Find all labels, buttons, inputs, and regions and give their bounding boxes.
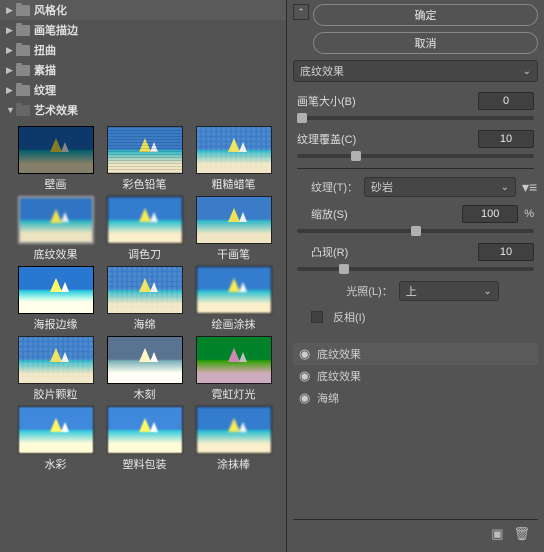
layer-name: 底纹效果	[317, 346, 361, 362]
texture-flyout-menu-icon[interactable]: ▾≡	[522, 179, 534, 196]
visibility-eye-icon[interactable]: ◉	[299, 346, 317, 362]
filter-category-tree: ▶风格化 ▶画笔描边 ▶扭曲 ▶素描 ▶纹理 ▼艺术效果 壁画 彩色铅笔 粗糙蜡…	[0, 0, 287, 552]
category-label: 素描	[34, 62, 56, 78]
layer-name: 海绵	[317, 390, 339, 406]
category-label: 扭曲	[34, 42, 56, 58]
thumb-poster-edges[interactable]: 海报边缘	[16, 266, 95, 332]
texture-type-dropdown[interactable]: 砂岩⌄	[364, 177, 516, 197]
layer-row[interactable]: ◉底纹效果	[293, 365, 538, 387]
texture-coverage-slider[interactable]	[297, 154, 534, 158]
texture-type-label: 纹理(T)：	[311, 179, 358, 195]
brush-size-input[interactable]	[478, 92, 534, 110]
category-stylize[interactable]: ▶风格化	[0, 0, 286, 20]
thumb-paint-daubs[interactable]: 绘画涂抹	[194, 266, 273, 332]
scale-unit: %	[524, 208, 534, 220]
texture-coverage-input[interactable]	[478, 130, 534, 148]
cancel-button[interactable]: 取消	[313, 32, 538, 54]
filter-thumbnail-grid: 壁画 彩色铅笔 粗糙蜡笔 底纹效果 调色刀 干画笔 海报边缘 海绵 绘画涂抹 胶…	[0, 120, 286, 478]
category-texture[interactable]: ▶纹理	[0, 80, 286, 100]
scale-slider[interactable]	[297, 229, 534, 233]
thumb-underpainting[interactable]: 底纹效果	[16, 196, 95, 262]
invert-checkbox[interactable]	[311, 311, 323, 323]
category-label: 纹理	[34, 82, 56, 98]
thumb-dry-brush[interactable]: 干画笔	[194, 196, 273, 262]
effect-layers-list: ◉底纹效果 ◉底纹效果 ◉海绵	[293, 343, 538, 519]
scale-input[interactable]	[462, 205, 518, 223]
thumb-colored-pencil[interactable]: 彩色铅笔	[105, 126, 184, 192]
brush-size-label: 画笔大小(B)	[297, 93, 472, 109]
thumb-fresco[interactable]: 壁画	[16, 126, 95, 192]
layer-name: 底纹效果	[317, 368, 361, 384]
visibility-eye-icon[interactable]: ◉	[299, 368, 317, 384]
collapse-toggle[interactable]: ⌃	[293, 4, 309, 20]
scale-label: 缩放(S)	[311, 206, 456, 222]
new-layer-icon[interactable]: ▣	[491, 526, 503, 542]
visibility-eye-icon[interactable]: ◉	[299, 390, 317, 406]
category-artistic[interactable]: ▼艺术效果	[0, 100, 286, 120]
ok-button[interactable]: 确定	[313, 4, 538, 26]
thumb-neon-glow[interactable]: 霓虹灯光	[194, 336, 273, 402]
chevron-down-icon: ⌄	[523, 66, 531, 77]
chevron-down-icon: ⌄	[483, 286, 491, 297]
light-label: 光照(L)：	[346, 283, 392, 299]
category-distort[interactable]: ▶扭曲	[0, 40, 286, 60]
texture-coverage-label: 纹理覆盖(C)	[297, 131, 472, 147]
category-label: 艺术效果	[34, 102, 78, 118]
category-label: 画笔描边	[34, 22, 78, 38]
thumb-plastic-wrap[interactable]: 塑料包装	[105, 406, 184, 472]
category-label: 风格化	[34, 2, 67, 18]
thumb-palette-knife[interactable]: 调色刀	[105, 196, 184, 262]
layer-row[interactable]: ◉底纹效果	[293, 343, 538, 365]
thumb-film-grain[interactable]: 胶片颗粒	[16, 336, 95, 402]
relief-label: 凸现(R)	[311, 244, 472, 260]
filter-settings-panel: ⌃ 确定 取消 底纹效果 ⌄ 画笔大小(B) 纹理覆盖(C) 纹理(T)： 砂岩…	[287, 0, 544, 552]
layer-row[interactable]: ◉海绵	[293, 387, 538, 409]
thumb-rough-pastels[interactable]: 粗糙蜡笔	[194, 126, 273, 192]
thumb-smudge-stick[interactable]: 涂抹棒	[194, 406, 273, 472]
filter-select-value: 底纹效果	[300, 63, 344, 79]
chevron-down-icon: ⌄	[501, 182, 509, 193]
thumb-watercolor[interactable]: 水彩	[16, 406, 95, 472]
brush-size-slider[interactable]	[297, 116, 534, 120]
relief-input[interactable]	[478, 243, 534, 261]
filter-select-dropdown[interactable]: 底纹效果 ⌄	[293, 60, 538, 82]
category-brush-strokes[interactable]: ▶画笔描边	[0, 20, 286, 40]
delete-layer-icon[interactable]: 🗑	[513, 526, 530, 542]
relief-slider[interactable]	[297, 267, 534, 271]
thumb-cutout[interactable]: 木刻	[105, 336, 184, 402]
category-sketch[interactable]: ▶素描	[0, 60, 286, 80]
invert-label: 反相(I)	[333, 309, 365, 325]
thumb-sponge[interactable]: 海绵	[105, 266, 184, 332]
light-dropdown[interactable]: 上⌄	[399, 281, 499, 301]
